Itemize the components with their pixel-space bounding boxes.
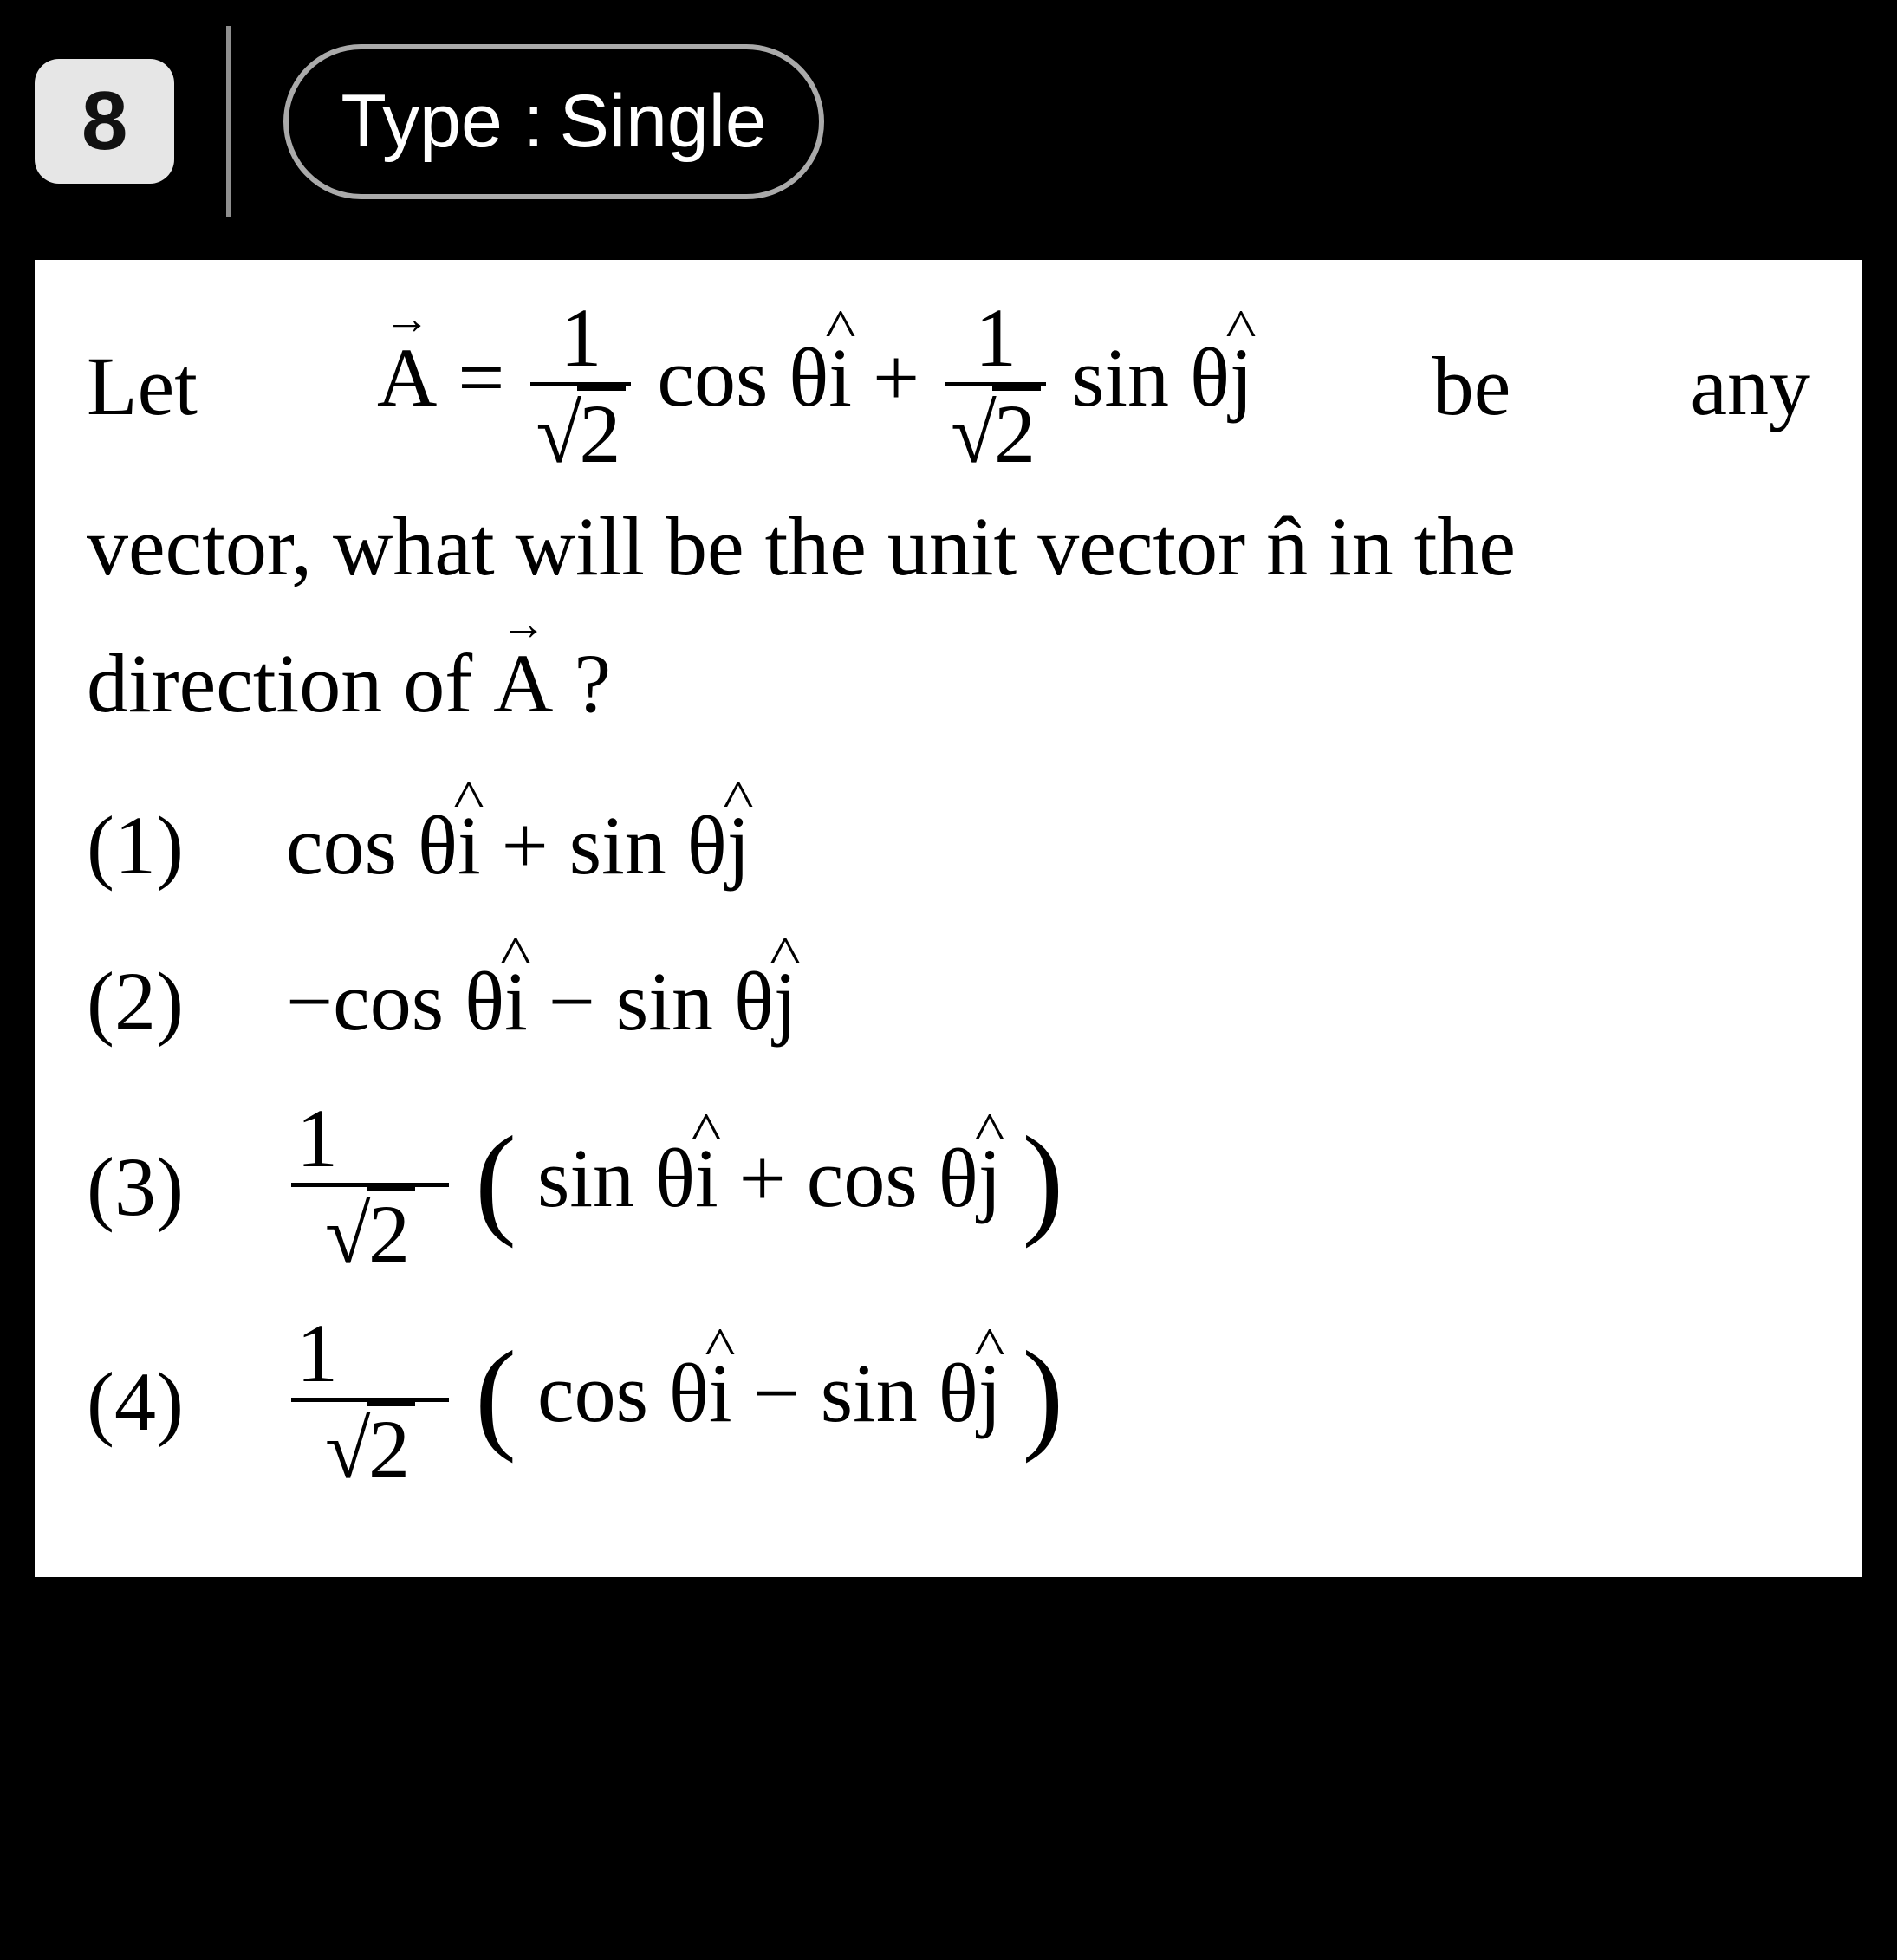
sin-label: sin	[1072, 331, 1169, 424]
stem-word-let: Let	[87, 318, 198, 455]
sqrt-2: √ 2	[325, 1402, 415, 1494]
i-hat: i	[709, 1331, 732, 1456]
header-divider	[226, 26, 231, 217]
vector-A-expression: A = 1 √ 2 cos θi +	[377, 295, 1253, 478]
j-hat: j	[727, 783, 750, 908]
i-hat: i	[504, 939, 528, 1064]
type-label: Type :	[341, 79, 543, 165]
theta-symbol: θ	[939, 1132, 978, 1224]
fraction-denominator: √ 2	[530, 386, 631, 478]
option-1[interactable]: (1) cos θi + sin θj	[87, 783, 1810, 908]
radicand: 2	[367, 1402, 415, 1494]
equals-sign: =	[458, 331, 504, 424]
fraction-numerator: 1	[291, 1095, 449, 1183]
minus-sign: −	[549, 955, 595, 1048]
fraction-1-over-root2: 1 √ 2	[291, 1095, 449, 1279]
unit-vector-n-hat: n̂	[1266, 500, 1308, 593]
stem-line-1: Let A = 1 √ 2 cos θi	[87, 295, 1810, 478]
fraction-1-over-root2: 1 √ 2	[945, 295, 1046, 478]
fraction-numerator: 1	[555, 295, 607, 382]
minus-sign: −	[286, 955, 333, 1048]
theta-symbol: θ	[655, 1132, 695, 1224]
radicand: 2	[577, 386, 626, 478]
option-number: (1)	[87, 783, 234, 908]
right-paren: )	[1022, 1365, 1063, 1427]
right-paren: )	[1022, 1150, 1063, 1212]
theta-symbol: θ	[418, 799, 458, 892]
radical-sign: √	[951, 391, 997, 478]
j-hat: j	[978, 1331, 1002, 1456]
sqrt-2: √ 2	[951, 386, 1041, 478]
radical-sign: √	[325, 1406, 371, 1494]
stem-word-be: be	[1432, 318, 1511, 455]
option-number: (2)	[87, 939, 234, 1064]
plus-sign: +	[502, 799, 549, 892]
sin-label: sin	[569, 799, 666, 892]
cos-label: cos	[807, 1132, 918, 1224]
question-number-badge: 8	[35, 59, 174, 184]
stem-line-rest: vector, what will be the unit vector n̂ …	[87, 478, 1810, 753]
i-hat: i	[458, 783, 481, 908]
stem-question-mark: ?	[554, 637, 612, 730]
fraction-denominator: √ 2	[320, 1187, 420, 1279]
fraction-numerator: 1	[970, 295, 1022, 382]
theta-symbol: θ	[669, 1347, 709, 1439]
left-paren: (	[475, 1365, 516, 1427]
fraction-1-over-root2: 1 √ 2	[530, 295, 631, 478]
i-hat: i	[695, 1116, 718, 1241]
sqrt-2: √ 2	[325, 1187, 415, 1279]
option-3[interactable]: (3) 1 √ 2 ( sin θi +	[87, 1095, 1810, 1279]
plus-sign: +	[739, 1132, 786, 1224]
option-number: (4)	[87, 1340, 234, 1464]
sqrt-2: √ 2	[536, 386, 626, 478]
theta-symbol: θ	[939, 1347, 978, 1439]
option-expression: cos θi + sin θj	[286, 783, 750, 908]
cos-label: cos	[657, 331, 768, 424]
question-type-pill: Type : Single	[283, 44, 823, 199]
radical-sign: √	[325, 1191, 371, 1279]
theta-symbol: θ	[465, 955, 504, 1048]
sin-label: sin	[616, 955, 713, 1048]
fraction-denominator: √ 2	[320, 1402, 420, 1494]
option-expression: −cos θi − sin θj	[286, 939, 797, 1064]
type-value: Single	[560, 79, 767, 165]
radical-sign: √	[536, 391, 581, 478]
vector-A-symbol: A	[493, 615, 553, 752]
vector-A-symbol: A	[377, 309, 437, 446]
theta-symbol: θ	[789, 331, 828, 424]
plus-sign: +	[873, 331, 919, 424]
radicand: 2	[367, 1187, 415, 1279]
left-paren: (	[475, 1150, 516, 1212]
i-hat: i	[828, 309, 852, 446]
options-list: (1) cos θi + sin θj (2) −cos θi − sin θj…	[87, 783, 1810, 1493]
fraction-denominator: √ 2	[945, 386, 1046, 478]
option-2[interactable]: (2) −cos θi − sin θj	[87, 939, 1810, 1064]
radicand: 2	[992, 386, 1041, 478]
theta-symbol: θ	[1190, 331, 1230, 424]
sin-label: sin	[537, 1132, 634, 1224]
j-hat: j	[978, 1116, 1002, 1241]
theta-symbol: θ	[734, 955, 774, 1048]
fraction-1-over-root2: 1 √ 2	[291, 1310, 449, 1494]
option-number: (3)	[87, 1125, 234, 1249]
minus-sign: −	[753, 1347, 800, 1439]
stem-word-any: any	[1690, 318, 1810, 455]
question-header: 8 Type : Single	[35, 26, 1862, 217]
question-stem: Let A = 1 √ 2 cos θi	[87, 295, 1810, 752]
sin-label: sin	[821, 1347, 918, 1439]
fraction-numerator: 1	[291, 1310, 449, 1398]
theta-symbol: θ	[687, 799, 727, 892]
question-card: Let A = 1 √ 2 cos θi	[35, 260, 1862, 1577]
question-page: 8 Type : Single Let A = 1 √	[0, 0, 1897, 1646]
cos-label: cos	[333, 955, 444, 1048]
option-expression: 1 √ 2 ( cos θi − sin θj )	[286, 1310, 1063, 1494]
j-hat: j	[774, 939, 797, 1064]
cos-label: cos	[286, 799, 397, 892]
stem-text-before-n: vector, what will be the unit vector	[87, 500, 1266, 593]
j-hat: j	[1230, 309, 1253, 446]
cos-label: cos	[537, 1347, 648, 1439]
option-expression: 1 √ 2 ( sin θi + cos θj )	[286, 1095, 1063, 1279]
option-4[interactable]: (4) 1 √ 2 ( cos θi −	[87, 1310, 1810, 1494]
